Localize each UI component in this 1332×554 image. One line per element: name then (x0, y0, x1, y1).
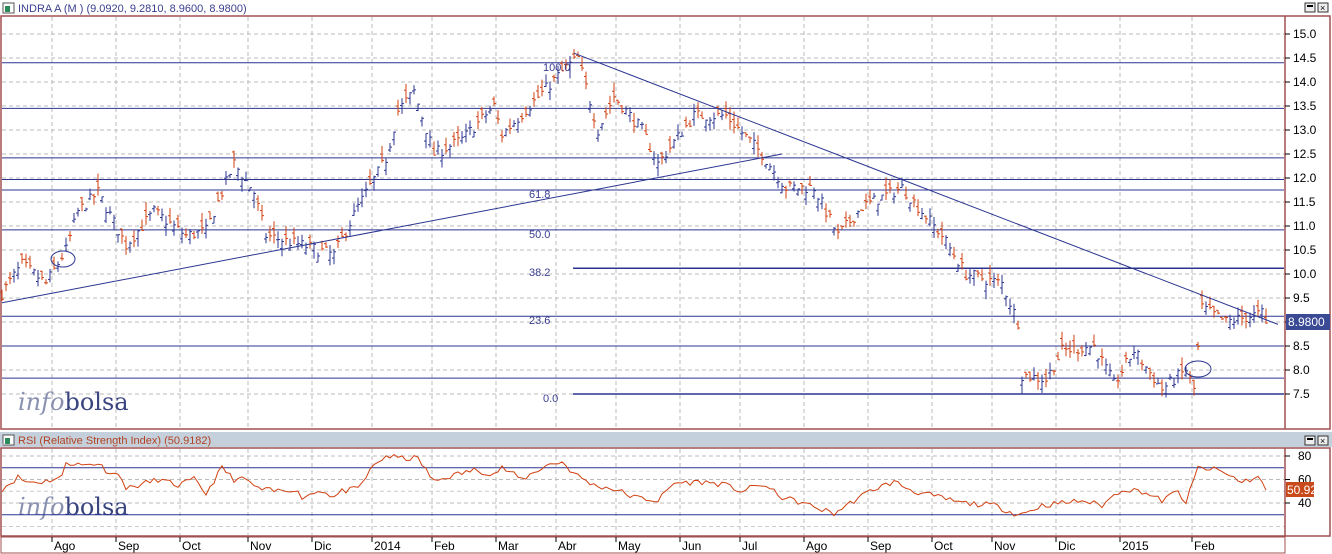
y-tick-label: 11.0 (1293, 219, 1316, 233)
x-tick-label: 2015 (1122, 539, 1149, 553)
x-tick-label: Nov (994, 539, 1015, 553)
y-tick-label: 8.5 (1293, 339, 1310, 353)
panel-icon-fill (5, 438, 10, 444)
x-tick-label: Ago (54, 539, 76, 553)
x-tick-label: Sep (118, 539, 140, 553)
y-tick-label: 14.5 (1293, 51, 1317, 65)
x-tick-label: Sep (870, 539, 892, 553)
watermark-info: info (18, 388, 64, 416)
x-tick-label: Dic (1058, 539, 1075, 553)
main-panel-title: INDRA A (M ) (9.0920, 9.2810, 8.9600, 8.… (18, 3, 247, 15)
fibonacci-label: 100.0 (543, 62, 571, 74)
x-tick-label: Abr (558, 539, 577, 553)
annotation-ellipse (1184, 360, 1212, 378)
y-tick-label: 12.0 (1293, 171, 1317, 185)
main-maximize-button[interactable] (1304, 2, 1316, 13)
x-tick-label: Jun (682, 539, 701, 553)
y-tick-label: 40 (1298, 496, 1312, 510)
svg-text:×: × (1320, 436, 1325, 446)
y-tick-label: 8.0 (1293, 363, 1310, 377)
svg-text:×: × (1320, 3, 1325, 13)
fibonacci-label: 0.0 (543, 393, 558, 405)
rsi-last-badge: 50.92 (1286, 482, 1317, 497)
main-close-button[interactable]: × (1317, 2, 1329, 13)
x-tick-label: Dic (314, 539, 331, 553)
x-tick-label: Feb (1194, 539, 1215, 553)
panel-icon-fill (5, 6, 10, 12)
x-tick-label: Ago (806, 539, 828, 553)
watermark-bolsa: bolsa (64, 493, 128, 521)
x-tick-label: 2014 (374, 539, 401, 553)
watermark-info: info (18, 493, 64, 521)
y-tick-label: 7.5 (1293, 387, 1310, 401)
last-price-label: 8.9800 (1288, 315, 1325, 329)
chart-canvas: INDRA A (M ) (9.0920, 9.2810, 8.9600, 8.… (0, 0, 1332, 554)
y-tick-label: 13.0 (1293, 123, 1317, 137)
y-tick-label: 13.5 (1293, 99, 1317, 113)
y-tick-label: 11.5 (1293, 195, 1316, 209)
y-tick-label: 14.0 (1293, 75, 1317, 89)
svg-text:infobolsa: infobolsa (18, 493, 129, 521)
watermark: infobolsa (18, 493, 129, 521)
x-tick-label: Nov (250, 539, 271, 553)
x-tick-label: Oct (934, 539, 953, 553)
x-tick-label: Oct (182, 539, 201, 553)
watermark-bolsa: bolsa (64, 388, 128, 416)
y-tick-label: 10.5 (1293, 243, 1317, 257)
fibonacci-label: 61.8 (529, 189, 550, 201)
trendline (1, 153, 783, 304)
x-tick-label: May (618, 539, 641, 553)
fibonacci-label: 50.0 (529, 229, 550, 241)
rsi-line (1, 453, 1267, 517)
rsi-last-label: 50.92 (1287, 483, 1317, 497)
y-tick-label: 15.0 (1293, 27, 1317, 41)
main-panel-frame (0, 15, 1331, 430)
watermark: infobolsa (18, 388, 129, 416)
y-tick-label: 10.0 (1293, 267, 1317, 281)
fibonacci-label: 38.2 (529, 267, 550, 279)
rsi-close-button[interactable]: × (1317, 435, 1329, 446)
y-tick-label: 9.5 (1293, 291, 1310, 305)
x-tick-label: Jul (742, 539, 757, 553)
fibonacci-label: 23.6 (529, 315, 550, 327)
y-tick-label: 80 (1298, 449, 1312, 463)
last-price-badge: 8.9800 (1286, 314, 1330, 330)
rsi-maximize-button[interactable] (1304, 435, 1316, 446)
rsi-panel-title: RSI (Relative Strength Index) (50.9182) (18, 435, 211, 447)
y-tick-label: 12.5 (1293, 147, 1317, 161)
x-tick-label: Feb (434, 539, 455, 553)
x-tick-label: Mar (498, 539, 519, 553)
svg-text:infobolsa: infobolsa (18, 388, 129, 416)
